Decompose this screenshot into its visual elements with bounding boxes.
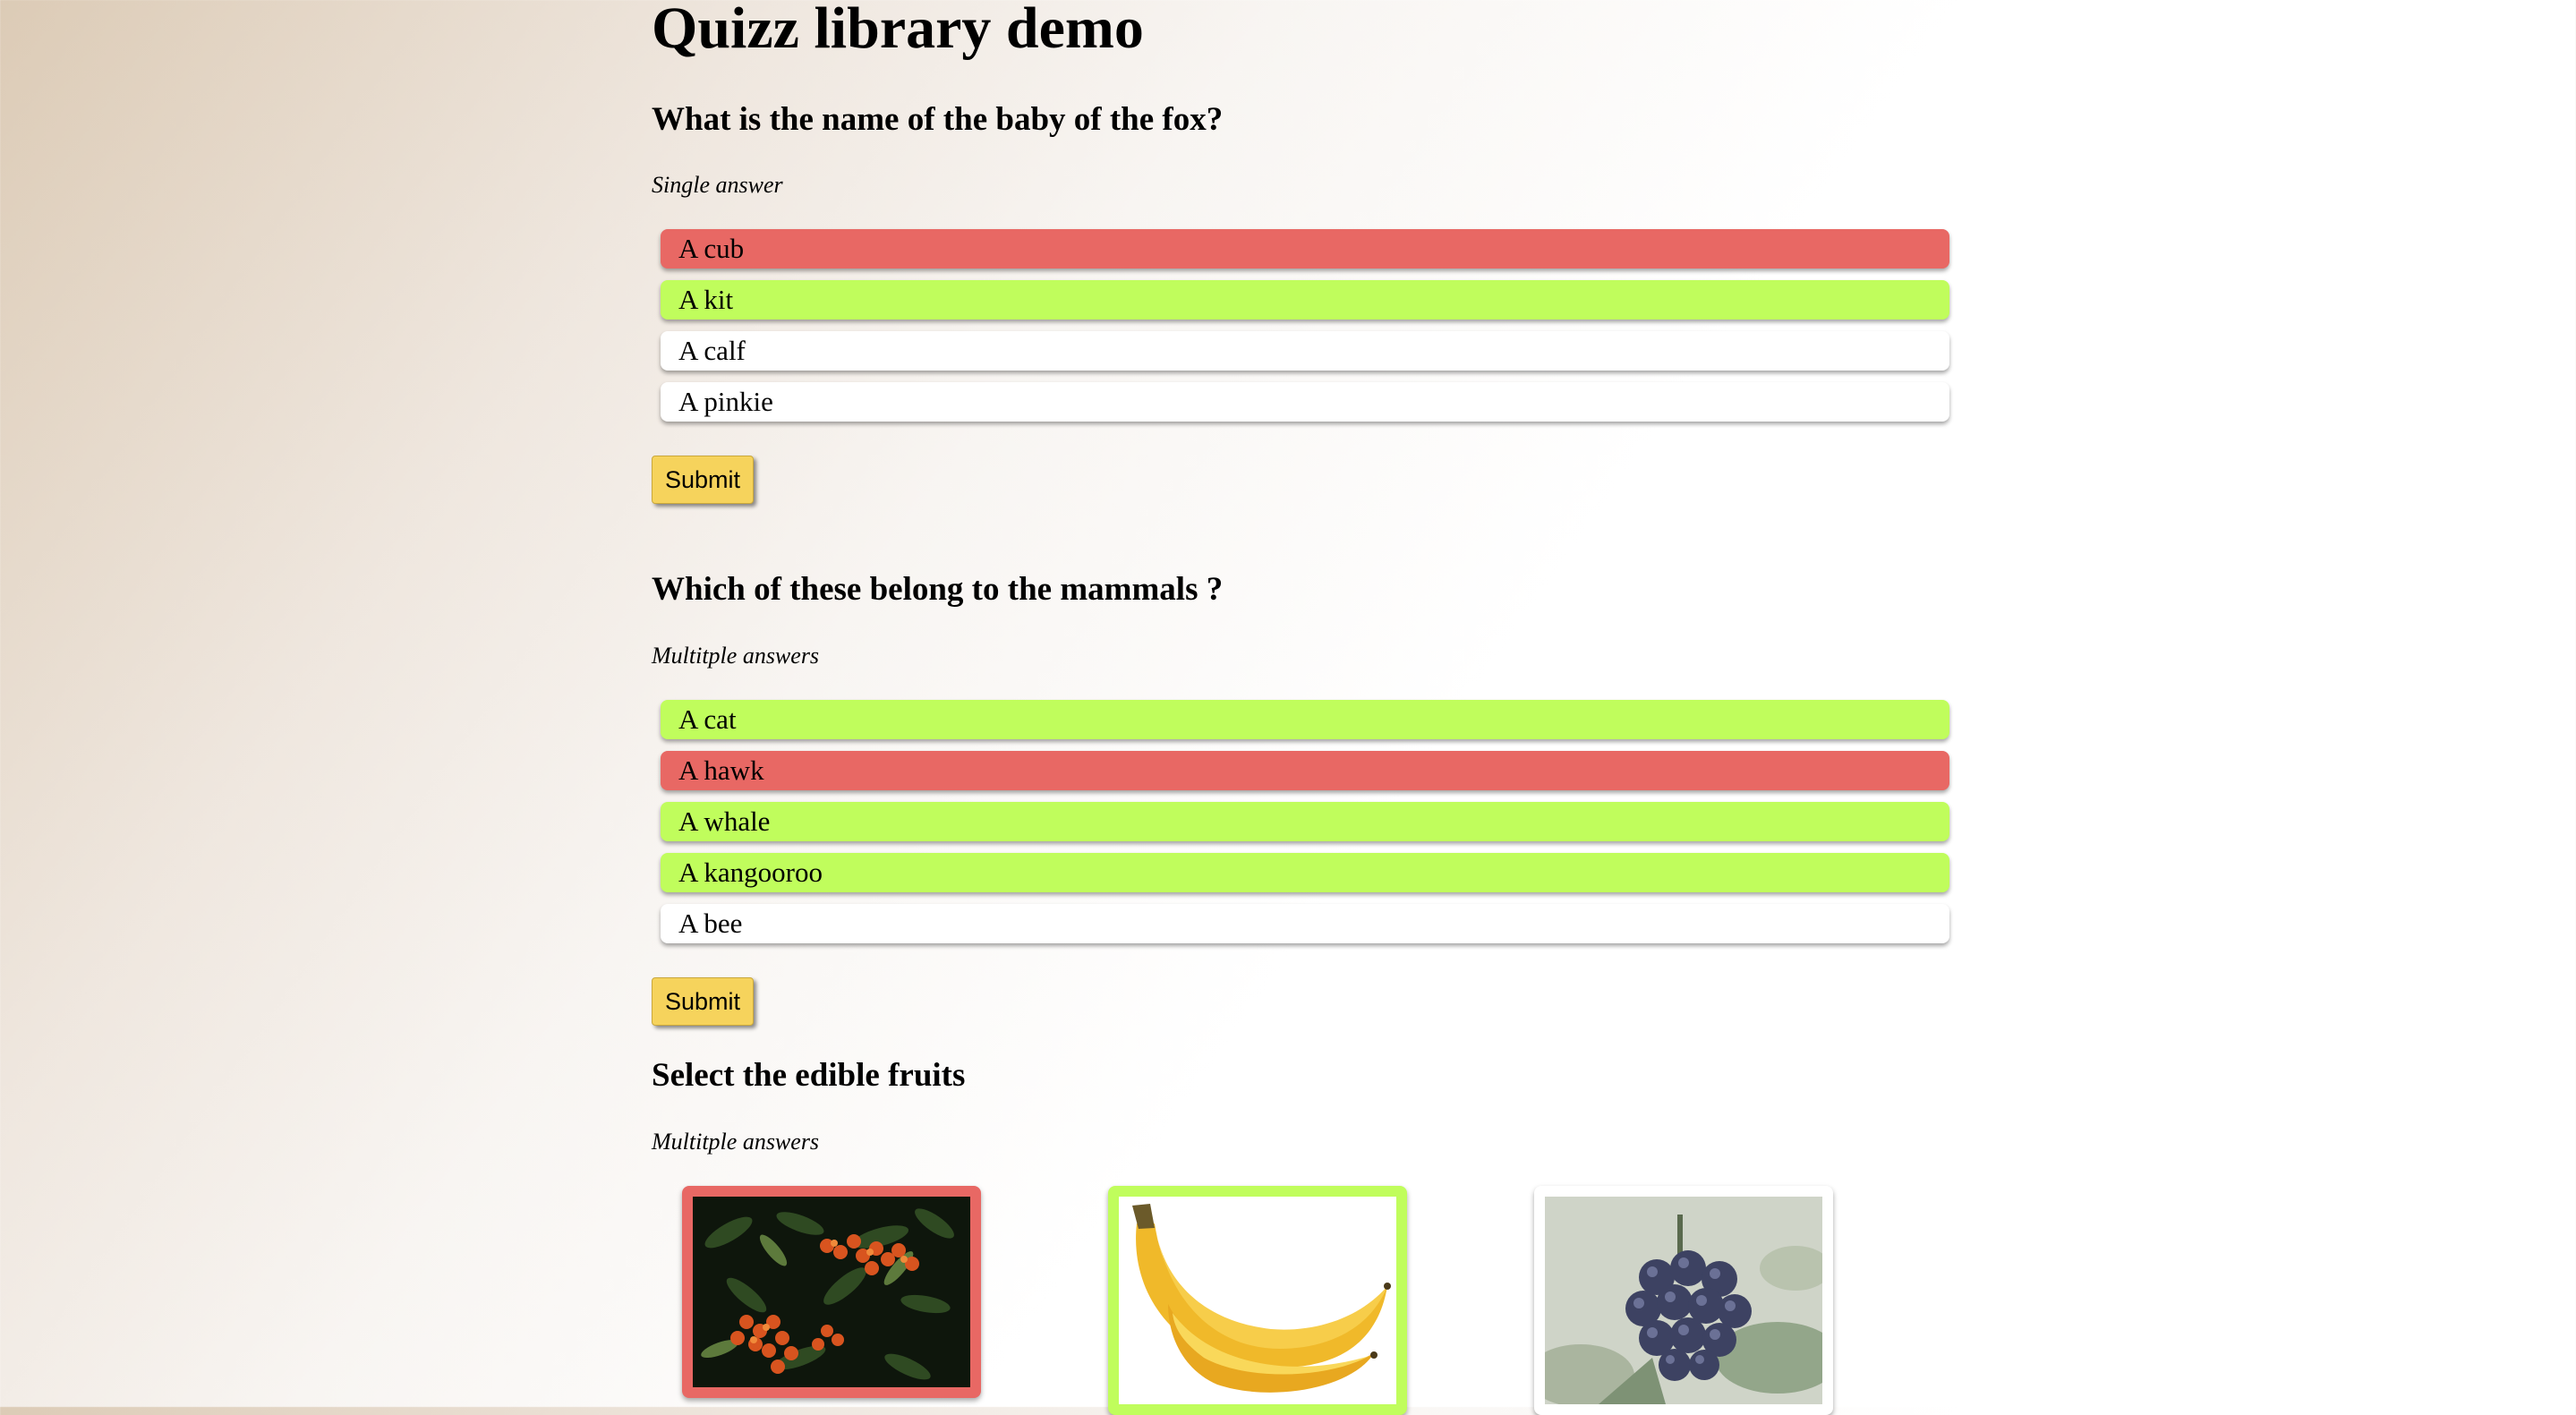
orange-berries-image bbox=[693, 1197, 970, 1387]
answer-option-kit[interactable]: A kit bbox=[661, 280, 1949, 320]
submit-button[interactable]: Submit bbox=[652, 977, 754, 1026]
bananas-image bbox=[1119, 1197, 1396, 1404]
answer-option-whale[interactable]: A whale bbox=[661, 802, 1949, 841]
question-title: What is the name of the baby of the fox? bbox=[652, 101, 1224, 138]
submit-button[interactable]: Submit bbox=[652, 456, 754, 504]
dark-berries-image bbox=[1545, 1197, 1822, 1404]
image-option-dark-berries[interactable] bbox=[1534, 1186, 1833, 1415]
answer-option-kangooroo[interactable]: A kangooroo bbox=[661, 853, 1949, 892]
answer-option-calf[interactable]: A calf bbox=[661, 331, 1949, 371]
answer-mode-label: Multitple answers bbox=[652, 1129, 820, 1155]
answer-mode-label: Single answer bbox=[652, 172, 783, 198]
answer-option-cub[interactable]: A cub bbox=[661, 229, 1949, 269]
answer-option-pinkie[interactable]: A pinkie bbox=[661, 382, 1949, 422]
image-option-orange-berries[interactable] bbox=[682, 1186, 981, 1398]
page-title: Quizz library demo bbox=[652, 0, 1144, 61]
question-title: Which of these belong to the mammals ? bbox=[652, 571, 1224, 608]
image-option-bananas[interactable] bbox=[1108, 1186, 1407, 1415]
answer-option-cat[interactable]: A cat bbox=[661, 700, 1949, 739]
question-title: Select the edible fruits bbox=[652, 1057, 966, 1094]
answer-option-bee[interactable]: A bee bbox=[661, 904, 1949, 943]
answer-option-hawk[interactable]: A hawk bbox=[661, 751, 1949, 790]
answer-mode-label: Multitple answers bbox=[652, 643, 820, 669]
